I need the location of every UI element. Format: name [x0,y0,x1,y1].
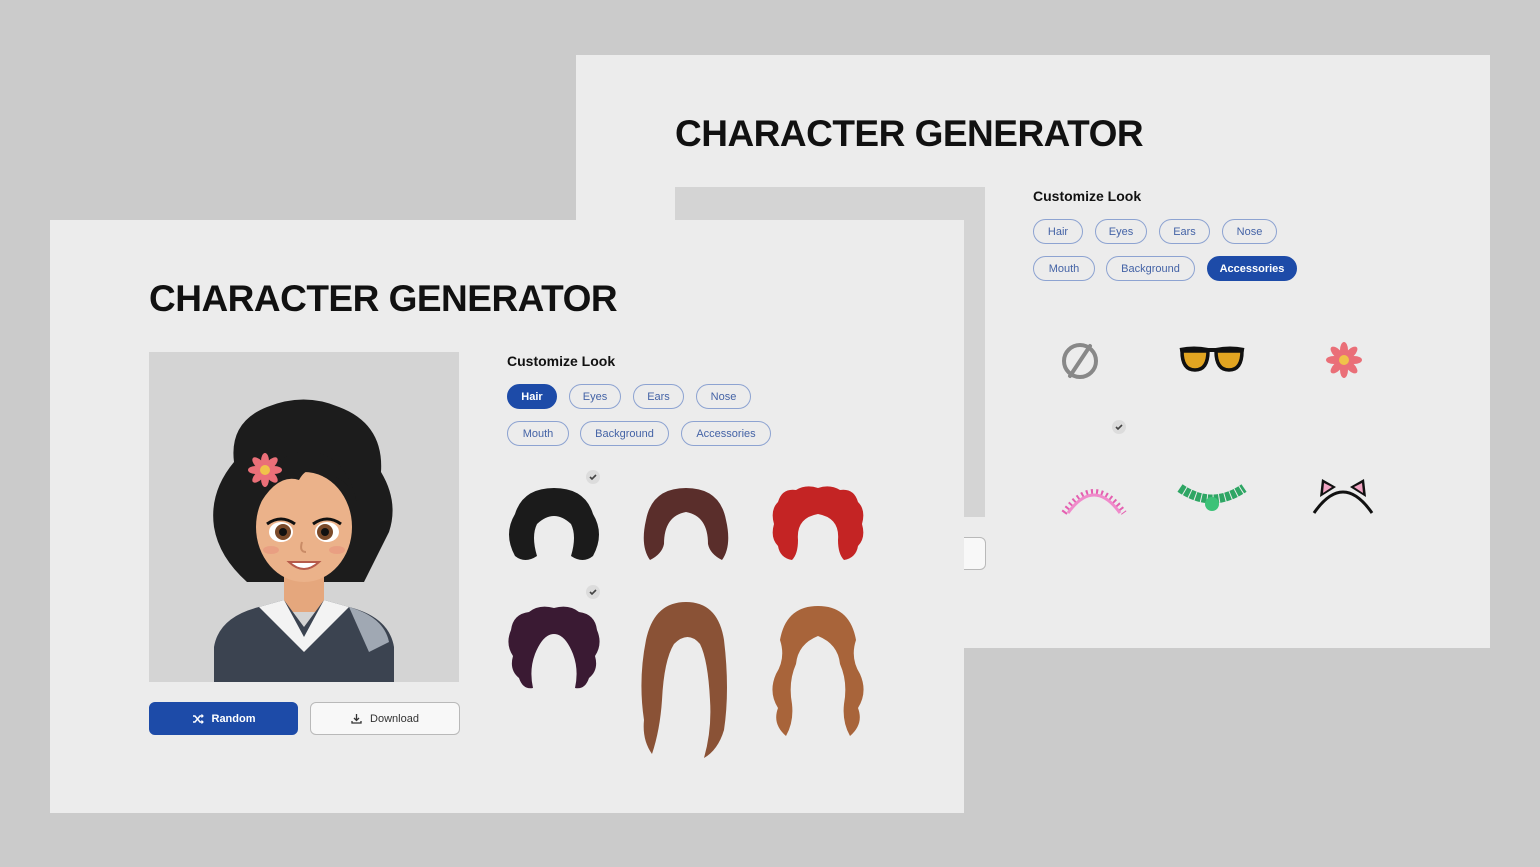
tab-eyes[interactable]: Eyes [569,384,621,409]
tab-background[interactable]: Background [580,421,669,446]
tab-eyes[interactable]: Eyes [1095,219,1147,244]
long-straight-hair-icon [641,602,727,758]
random-button[interactable]: Random [149,702,298,735]
cat-ears-icon [1312,479,1374,514]
tab-hair[interactable]: Hair [507,384,557,409]
hair-option-long-wavy[interactable] [770,604,866,739]
hair-option-red-curly[interactable] [770,484,866,564]
hair-option-long-straight[interactable] [638,600,734,760]
hair-option-purple-curly[interactable] [505,604,603,694]
hair-option-black-bob[interactable] [505,484,603,564]
random-button-label: Random [211,712,256,725]
brown-short-hair-icon [643,488,729,560]
none-icon [1062,343,1098,379]
shuffle-icon [192,713,204,724]
tab-mouth[interactable]: Mouth [507,421,569,446]
page-title: CHARACTER GENERATOR [675,113,1144,154]
pearl-headband-icon [1061,489,1127,515]
accessory-option-none[interactable] [1054,338,1106,384]
tab-ears[interactable]: Ears [1159,219,1210,244]
tab-hair[interactable]: Hair [1033,219,1083,244]
tab-accessories[interactable]: Accessories [681,421,771,446]
accessory-option-bead-necklace[interactable] [1176,480,1248,516]
flower-icon [1326,342,1362,378]
character-preview [149,352,459,682]
front-window: CHARACTER GENERATOR Random Download Cust… [50,220,964,813]
selected-check-icon [586,585,600,599]
download-button-label: Download [370,712,419,725]
page-title: CHARACTER GENERATOR [149,278,618,319]
sunglasses-icon [1179,346,1245,372]
tab-accessories[interactable]: Accessories [1207,256,1297,281]
tab-background[interactable]: Background [1106,256,1195,281]
accessory-option-flower[interactable] [1322,340,1366,380]
tab-nose[interactable]: Nose [696,384,751,409]
tab-mouth[interactable]: Mouth [1033,256,1095,281]
tab-ears[interactable]: Ears [633,384,684,409]
accessory-option-pearl-headband[interactable] [1060,475,1128,517]
download-icon [351,714,362,724]
black-bob-hair-icon [509,488,599,560]
character-avatar [213,399,394,682]
selected-check-icon [586,470,600,484]
accessory-option-cat-ears[interactable] [1310,473,1376,517]
tab-nose[interactable]: Nose [1222,219,1277,244]
hair-option-brown-short[interactable] [638,484,734,564]
bead-necklace-icon [1177,484,1247,511]
long-wavy-hair-icon [772,606,864,736]
accessory-option-sunglasses[interactable] [1176,340,1248,380]
download-button[interactable]: Download [310,702,460,735]
section-label: Customize Look [1033,188,1142,204]
red-curly-hair-icon [772,486,864,560]
purple-curly-hair-icon [508,606,600,689]
section-label: Customize Look [507,353,616,369]
selected-check-icon [1112,420,1126,434]
